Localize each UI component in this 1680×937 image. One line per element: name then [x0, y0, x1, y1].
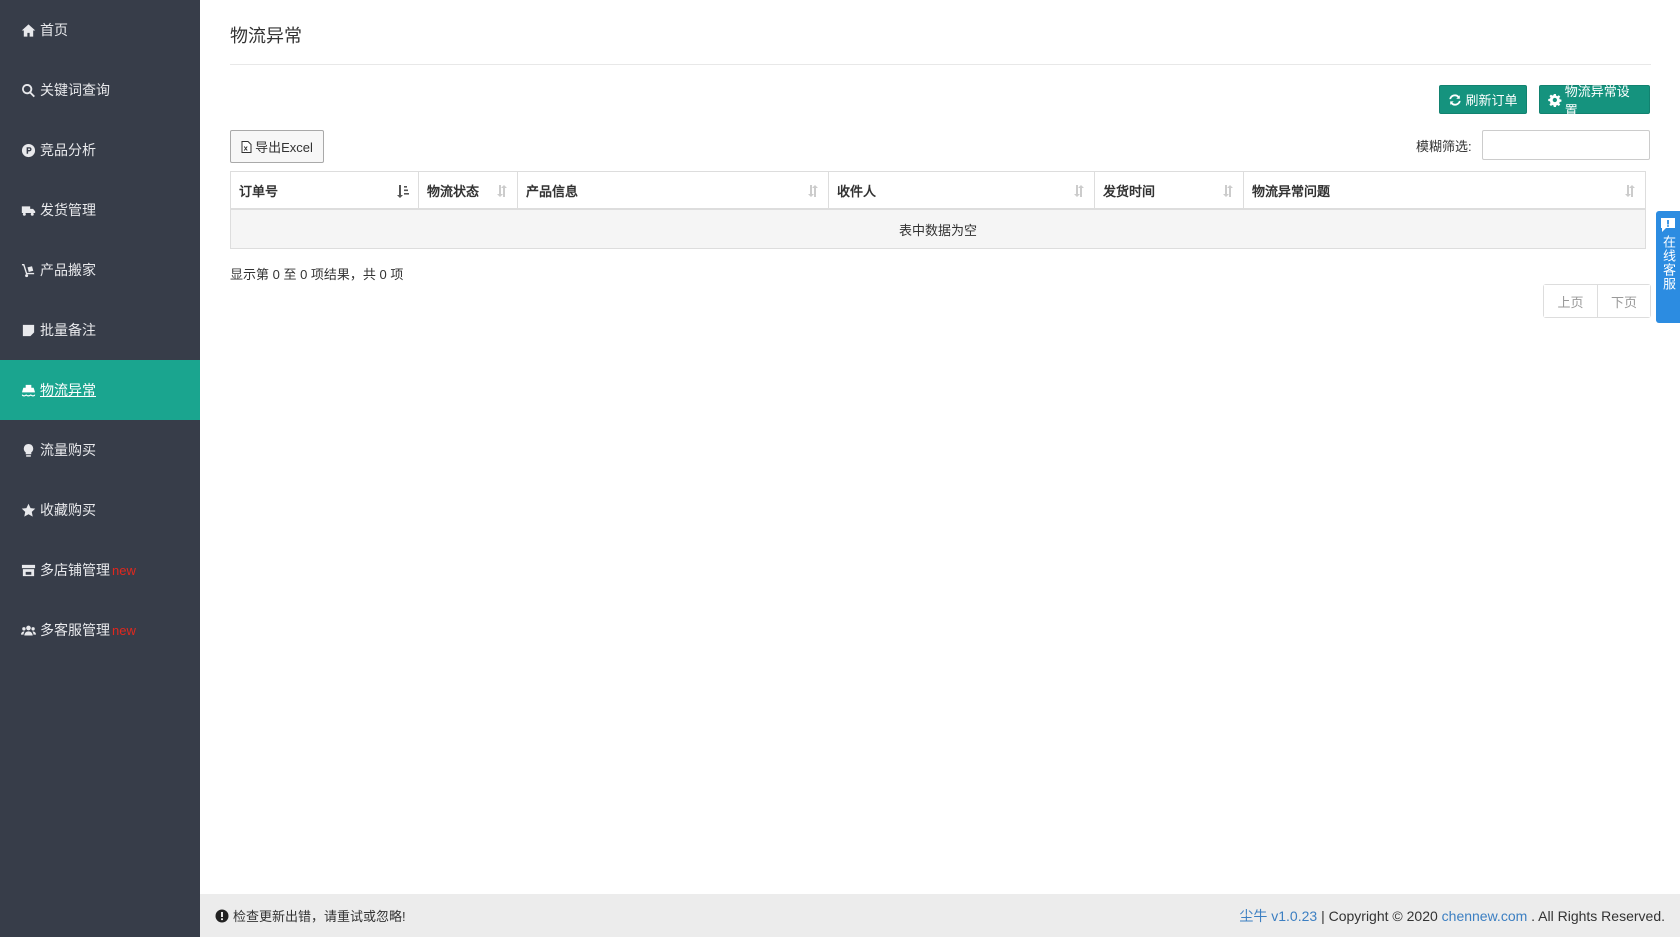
sort-both-icon	[808, 185, 818, 197]
truck-icon	[19, 202, 37, 218]
rights-text: . All Rights Reserved.	[1527, 907, 1665, 924]
column-header-label: 物流异常问题	[1252, 183, 1331, 199]
pagination-info: 显示第 0 至 0 项结果，共 0 项	[230, 267, 404, 282]
column-header-label: 收件人	[837, 183, 877, 199]
online-service-label: 在线客服	[1661, 235, 1676, 291]
logistics-settings-button[interactable]: 物流异常设置	[1539, 84, 1650, 118]
copyright: 尘牛 v1.0.23 | Copyright © 2020 chennew.co…	[1239, 906, 1665, 926]
column-header-label: 物流状态	[427, 183, 480, 199]
update-notice-text: 检查更新出错，请重试或忽略!	[233, 909, 406, 924]
column-header-logistics-issue[interactable]: 物流异常问题	[1244, 172, 1645, 208]
sidebar-item-multi-service[interactable]: 多客服管理 new	[0, 600, 200, 660]
note-icon	[19, 322, 37, 338]
search-icon	[19, 82, 37, 98]
main-content: 物流异常 刷新订单 物流异常设置 导出Excel 模糊筛选: 订单号 物流状态 …	[200, 0, 1680, 937]
table-empty-text: 表中数据为空	[898, 222, 977, 238]
online-service-tab[interactable]: 在线客服	[1656, 211, 1680, 323]
table-header-row: 订单号 物流状态 产品信息 收件人 发货时间 物流异常问题	[231, 172, 1645, 210]
users-icon	[19, 622, 37, 638]
sidebar-item-multi-store[interactable]: 多店铺管理 new	[0, 540, 200, 600]
refresh-icon	[1449, 93, 1462, 106]
footer: 检查更新出错，请重试或忽略! 尘牛 v1.0.23 | Copyright © …	[200, 894, 1680, 937]
sidebar-item-logistics-exception[interactable]: 物流异常	[0, 360, 200, 420]
chat-alert-icon	[1661, 218, 1675, 232]
sidebar-item-label: 流量购买	[40, 442, 96, 458]
refresh-orders-button[interactable]: 刷新订单	[1439, 85, 1527, 114]
sidebar-item-product-move[interactable]: 产品搬家	[0, 240, 200, 300]
pagination: 上页 下页	[1543, 284, 1651, 318]
bulb-icon	[19, 442, 37, 458]
sidebar-item-label: 首页	[40, 22, 68, 38]
new-badge: new	[112, 562, 136, 578]
update-notice: 检查更新出错，请重试或忽略!	[215, 906, 406, 925]
sidebar-item-shipping[interactable]: 发货管理	[0, 180, 200, 240]
logistics-settings-label: 物流异常设置	[1564, 83, 1630, 118]
version-link[interactable]: 尘牛 v1.0.23	[1239, 908, 1317, 924]
sidebar-item-label: 批量备注	[40, 322, 96, 338]
sort-both-icon	[1223, 185, 1233, 197]
next-page-button[interactable]: 下页	[1597, 285, 1650, 317]
sort-asc-icon	[397, 185, 409, 198]
new-badge: new	[112, 622, 136, 638]
sidebar: 首页 关键词查询 竞品分析 发货管理 产品搬家 批量备注 物流异常 流量购买 收…	[0, 0, 200, 937]
copyright-text: | Copyright © 2020	[1317, 907, 1442, 924]
exclamation-circle-icon	[215, 909, 229, 922]
site-link[interactable]: chennew.com	[1442, 908, 1528, 924]
store-icon	[19, 562, 37, 578]
title-divider	[230, 64, 1651, 65]
gear-icon	[1548, 93, 1562, 107]
export-excel-button[interactable]: 导出Excel	[230, 130, 324, 163]
sidebar-item-label: 物流异常	[40, 382, 96, 398]
sidebar-item-home[interactable]: 首页	[0, 0, 200, 60]
sort-both-icon	[1625, 185, 1635, 197]
column-header-label: 产品信息	[526, 183, 579, 199]
sidebar-item-keyword-search[interactable]: 关键词查询	[0, 60, 200, 120]
star-icon	[19, 502, 37, 518]
sidebar-item-label: 多客服管理	[40, 622, 110, 638]
refresh-orders-label: 刷新订单	[1465, 93, 1518, 108]
column-header-logistics-status[interactable]: 物流状态	[419, 172, 518, 208]
orders-table: 订单号 物流状态 产品信息 收件人 发货时间 物流异常问题 表中数据为空	[230, 171, 1646, 249]
sidebar-item-label: 发货管理	[40, 202, 96, 218]
sidebar-item-label: 收藏购买	[40, 502, 96, 518]
file-excel-icon	[241, 140, 252, 153]
table-empty-row: 表中数据为空	[231, 210, 1645, 248]
column-header-product-info[interactable]: 产品信息	[518, 172, 829, 208]
column-header-recipient[interactable]: 收件人	[829, 172, 1095, 208]
sidebar-item-label: 产品搬家	[40, 262, 96, 278]
sidebar-item-label: 关键词查询	[40, 82, 110, 98]
column-header-order-id[interactable]: 订单号	[231, 172, 419, 208]
column-header-label: 订单号	[239, 183, 279, 199]
fuzzy-filter-label: 模糊筛选:	[1416, 139, 1472, 154]
dolly-icon	[19, 262, 37, 278]
fuzzy-filter-input[interactable]	[1482, 130, 1650, 160]
sidebar-item-traffic-purchase[interactable]: 流量购买	[0, 420, 200, 480]
p-circle-icon	[19, 142, 37, 158]
sort-both-icon	[1074, 185, 1084, 197]
sort-both-icon	[497, 185, 507, 197]
sidebar-item-batch-notes[interactable]: 批量备注	[0, 300, 200, 360]
home-icon	[19, 22, 37, 38]
sidebar-item-label: 竞品分析	[40, 142, 96, 158]
sidebar-item-favorite-purchase[interactable]: 收藏购买	[0, 480, 200, 540]
column-header-label: 发货时间	[1103, 183, 1156, 199]
export-excel-label: 导出Excel	[255, 140, 313, 155]
sidebar-item-competitor-analysis[interactable]: 竞品分析	[0, 120, 200, 180]
ship-icon	[19, 382, 37, 398]
sidebar-item-label: 多店铺管理	[40, 562, 110, 578]
column-header-ship-time[interactable]: 发货时间	[1095, 172, 1244, 208]
prev-page-button[interactable]: 上页	[1544, 285, 1597, 317]
page-title: 物流异常	[230, 26, 302, 46]
